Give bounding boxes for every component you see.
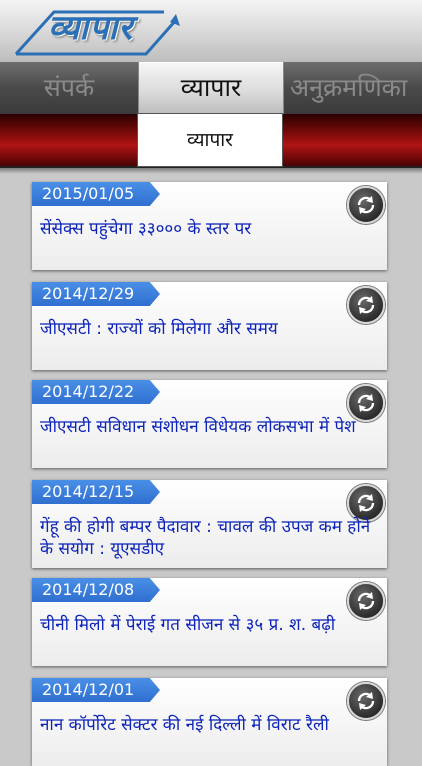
news-item[interactable]: 2014/12/08 चीनी मिलो में पेराई गत सीजन स… <box>32 578 387 666</box>
date-badge: 2015/01/05 <box>32 182 160 206</box>
news-item[interactable]: 2014/12/15 गेंहू की होगी बम्पर पैदावार :… <box>32 480 387 568</box>
news-headline[interactable]: जीएसटी : राज्यों को मिलेगा और समय <box>40 318 385 340</box>
date-badge: 2014/12/29 <box>32 282 160 306</box>
date-badge: 2014/12/08 <box>32 578 160 602</box>
logo-text: व्यापार <box>48 8 134 48</box>
news-headline[interactable]: नान कॉर्पोरेट सेक्टर की नई दिल्ली में वि… <box>40 714 385 736</box>
news-headline[interactable]: चीनी मिलो में पेराई गत सीजन से ३५ प्र. श… <box>40 614 385 636</box>
news-headline[interactable]: सेंसेक्स पहुंचेगा ३३००० के स्तर पर <box>40 218 385 240</box>
date-badge: 2014/12/22 <box>32 380 160 404</box>
news-item[interactable]: 2014/12/01 नान कॉर्पोरेट सेक्टर की नई दि… <box>32 678 387 766</box>
tab-bar: संपर्क व्यापार अनुक्रमणिका <box>0 62 422 114</box>
tab-contact[interactable]: संपर्क <box>0 62 138 114</box>
news-item[interactable]: 2014/12/29 जीएसटी : राज्यों को मिलेगा और… <box>32 282 387 370</box>
news-item[interactable]: 2014/12/22 जीएसटी सविधान संशोधन विधेयक ल… <box>32 380 387 468</box>
tab-business[interactable]: व्यापार <box>138 62 284 114</box>
news-headline[interactable]: जीएसटी सविधान संशोधन विधेयक लोकसभा में प… <box>40 416 385 438</box>
app-logo: व्यापार <box>14 6 184 58</box>
tab-index[interactable]: अनुक्रमणिका <box>284 62 422 114</box>
divider <box>0 168 422 174</box>
date-badge: 2014/12/15 <box>32 480 160 504</box>
app-header: व्यापार <box>0 0 422 63</box>
news-headline[interactable]: गेंहू की होगी बम्पर पैदावार : चावल की उप… <box>40 516 385 560</box>
date-badge: 2014/12/01 <box>32 678 160 702</box>
news-item[interactable]: 2015/01/05 सेंसेक्स पहुंचेगा ३३००० के स्… <box>32 182 387 270</box>
section-label: व्यापार <box>138 114 282 166</box>
